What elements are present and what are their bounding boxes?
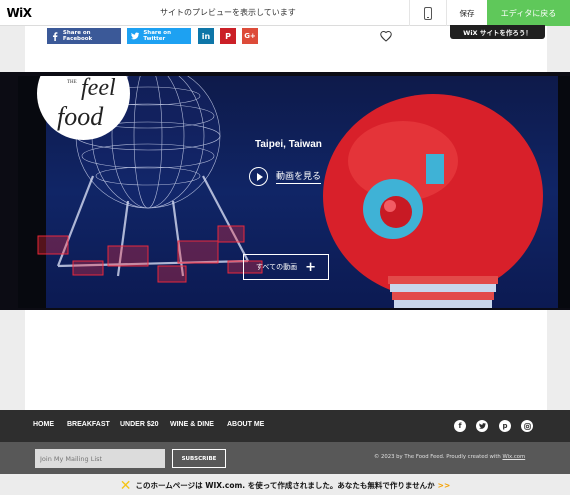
wix-x-icon: ✕ [119,477,132,494]
video-location-title: Taipei, Taiwan [255,139,322,150]
instagram-icon[interactable] [521,420,533,432]
share-facebook-label: Share on Facebook [62,30,93,42]
mailing-list-input[interactable] [35,449,165,468]
wix-badge-label: WiX サイトを作ろう！ [463,29,532,37]
wix-preview-bar: WiX サイトのプレビューを表示しています 保存 エディタに戻る [0,0,570,26]
share-googleplus-button[interactable]: G+ [242,28,258,44]
footer-nav-about-me[interactable]: ABOUT ME [227,421,264,428]
subscribe-button[interactable]: SUBSCRIBE [172,449,226,468]
logo-food-text: food [57,102,104,131]
wix-banner-arrow: >> [437,481,451,490]
footer-nav-under-20[interactable]: UNDER $20 [120,421,159,428]
facebook-icon[interactable]: f [454,420,466,432]
facebook-icon [52,31,58,41]
wix-create-site-badge[interactable]: WiX サイトを作ろう！ [450,25,545,39]
play-icon [249,167,268,186]
logo-the-text: THE [67,80,77,85]
save-button[interactable]: 保存 [447,0,487,26]
twitter-icon [131,32,140,40]
wix-link[interactable]: Wix.com [502,454,525,460]
share-pinterest-button[interactable]: P [220,28,236,44]
footer-nav-breakfast[interactable]: BREAKFAST [67,421,110,428]
all-videos-label: すべての動画 [255,263,298,271]
like-heart-icon[interactable] [380,30,392,42]
back-to-editor-button[interactable]: エディタに戻る [487,0,570,26]
wix-ad-banner[interactable]: ✕ このホームページは WIX.com. を使って作成されました。あなたも無料で… [0,476,570,495]
copyright-text: © 2023 by The Food Feed. Proudly created… [374,454,525,460]
footer-nav-home[interactable]: HOME [33,421,54,428]
plus-icon: + [305,259,317,275]
share-twitter-label: Share on Twitter [143,30,171,42]
twitter-icon[interactable] [476,420,488,432]
logo-feel-text: feel [81,76,116,101]
share-facebook-button[interactable]: Share on Facebook [47,28,121,44]
footer-nav-wine-dine[interactable]: WINE & DINE [170,421,214,428]
mobile-view-button[interactable] [409,0,447,26]
watch-video-label: 動画を見る [276,169,322,184]
share-bar: Share on Facebook Share on Twitter in P … [47,28,258,44]
wix-banner-text: このホームページは WIX.com. を使って作成されました。あなたも無料で作り… [135,481,435,490]
all-videos-button[interactable]: すべての動画 + [243,254,329,280]
copyright-label: © 2023 by The Food Feed. Proudly created… [374,454,503,460]
share-twitter-button[interactable]: Share on Twitter [127,28,191,44]
share-linkedin-button[interactable]: in [198,28,214,44]
wix-logo[interactable]: WiX [0,0,38,26]
mobile-phone-icon [424,6,432,20]
watch-video-link[interactable]: 動画を見る [249,167,322,186]
preview-status-text: サイトのプレビューを表示しています [160,8,296,17]
pinterest-icon[interactable]: p [499,420,511,432]
